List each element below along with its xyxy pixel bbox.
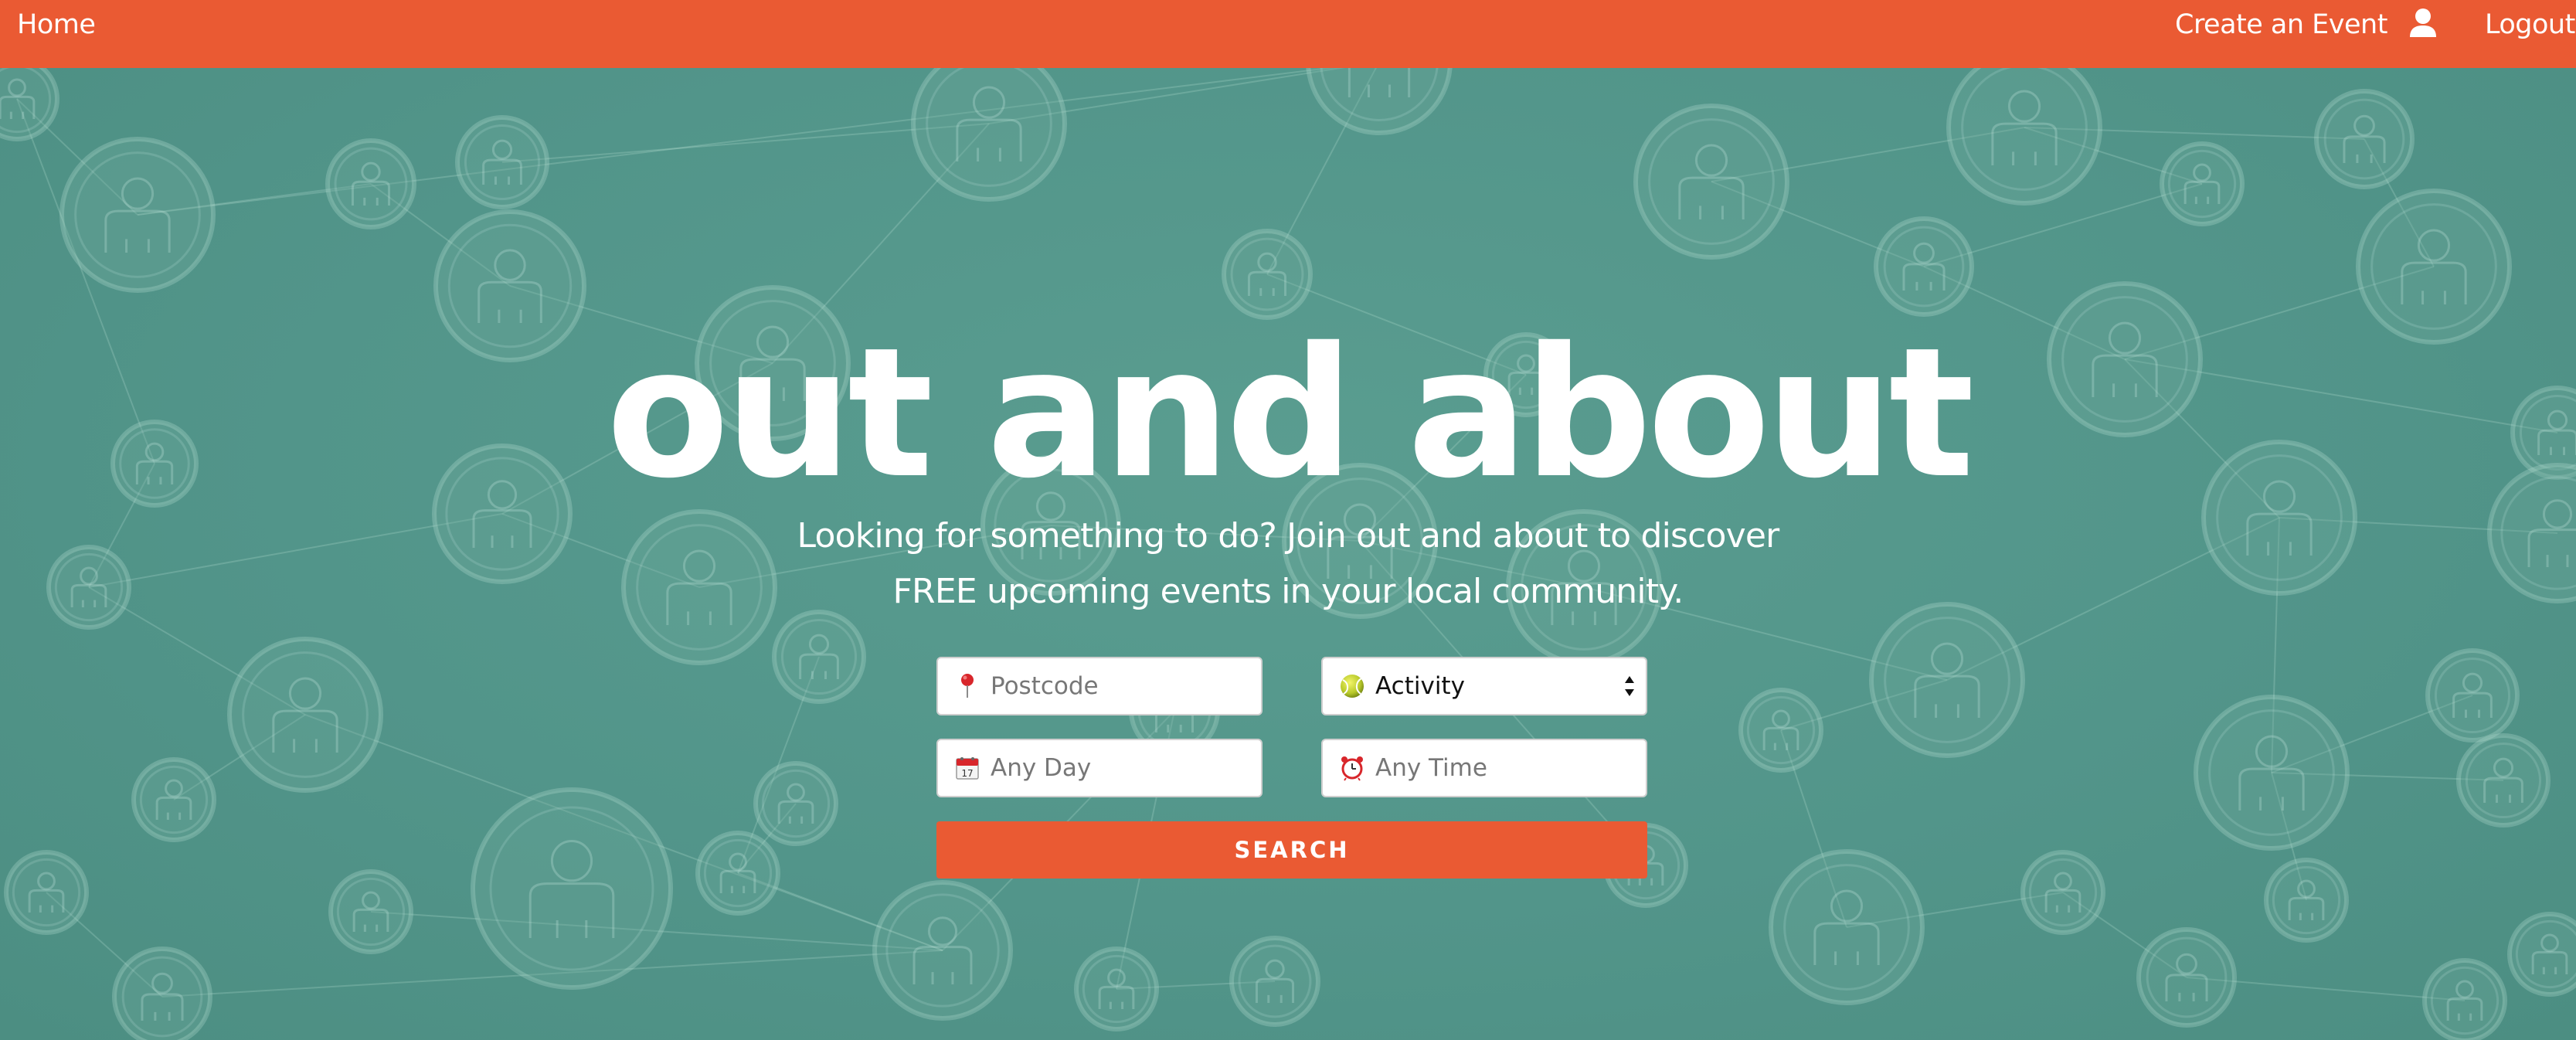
hero-title: out and about [606, 309, 1975, 518]
hero-subtitle-line-2: FREE upcoming events in your local commu… [892, 572, 1684, 611]
network-person-node [2425, 648, 2520, 743]
network-person-node [911, 46, 1067, 202]
search-button[interactable]: SEARCH [936, 821, 1647, 879]
network-person-node [1633, 104, 1789, 260]
network-person-node [1074, 947, 1159, 1032]
postcode-input[interactable] [991, 663, 1246, 709]
network-person-node [2136, 927, 2237, 1028]
network-person-node [59, 137, 216, 293]
calendar-icon: 17 [952, 753, 983, 783]
network-person-node [0, 56, 59, 141]
network-person-node [112, 947, 212, 1040]
select-arrows-icon [1621, 675, 1638, 698]
network-link [137, 61, 1380, 216]
network-person-node [2160, 141, 2245, 226]
network-person-node [1229, 936, 1320, 1027]
day-field: 17 [936, 739, 1263, 797]
postcode-field [936, 657, 1263, 715]
network-person-node [328, 869, 413, 954]
network-person-node [227, 637, 383, 793]
map-pin-icon [952, 671, 983, 702]
network-person-node [2020, 850, 2105, 935]
hero-subtitle-line-1: Looking for something to do? Join out an… [797, 516, 1780, 556]
network-person-node [2194, 695, 2350, 851]
network-person-node [325, 138, 416, 229]
tennis-ball-icon [1337, 671, 1368, 702]
nav-logout-link[interactable]: Logout [2485, 9, 2575, 40]
network-person-node [1869, 602, 2025, 758]
network-person-node [1769, 849, 1925, 1005]
network-person-node [2356, 189, 2512, 345]
day-input[interactable] [991, 745, 1246, 791]
user-icon[interactable] [2408, 8, 2438, 39]
network-person-node [695, 831, 780, 916]
network-person-node [455, 115, 549, 209]
nav-create-event-link[interactable]: Create an Event [2175, 9, 2387, 40]
network-person-node [2314, 89, 2415, 189]
network-person-node [471, 787, 673, 990]
network-person-node [2264, 858, 2349, 943]
network-person-node [2422, 958, 2507, 1040]
network-person-node [2507, 912, 2576, 997]
network-person-node [131, 757, 216, 842]
network-person-node [772, 610, 866, 704]
hero-subtitle: Looking for something to do? Join out an… [0, 508, 2576, 620]
time-field [1321, 739, 1647, 797]
network-person-node [1874, 216, 1974, 317]
nav-home-link[interactable]: Home [17, 9, 96, 40]
network-person-node [4, 850, 89, 935]
activity-select[interactable]: Activity [1321, 657, 1647, 715]
svg-text:17: 17 [961, 768, 973, 779]
time-input[interactable] [1375, 745, 1630, 791]
network-person-node [1946, 49, 2102, 206]
network-person-node [1738, 688, 1823, 773]
network-person-node [872, 880, 1013, 1021]
top-navbar: Home Create an Event Logout [0, 0, 2576, 68]
network-person-node [1222, 229, 1313, 320]
activity-selected-value: Activity [1375, 672, 1465, 700]
network-person-node [2456, 733, 2551, 828]
network-person-node [753, 761, 838, 846]
alarm-clock-icon [1337, 753, 1368, 783]
